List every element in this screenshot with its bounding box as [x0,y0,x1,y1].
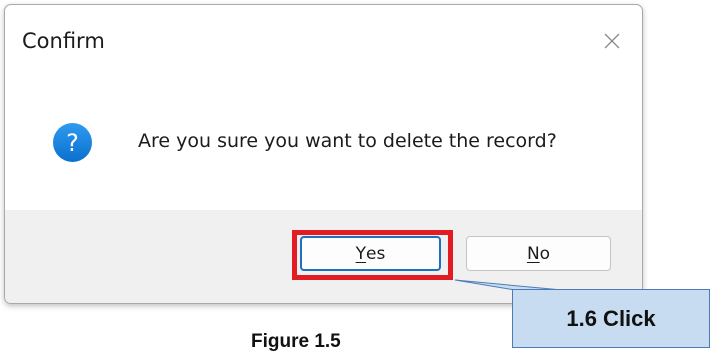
no-button[interactable]: No [466,236,611,271]
close-icon [604,33,620,49]
instruction-callout: 1.6 Click [512,289,710,348]
callout-text: 1.6 Click [566,305,656,331]
dialog-title: Confirm [22,29,105,53]
no-accelerator: N [526,243,540,264]
confirm-message: Are you sure you want to delete the reco… [138,130,557,152]
question-icon: ? [53,123,92,162]
dialog-body: ? Are you sure you want to delete the re… [5,69,642,210]
title-bar: Confirm [5,5,642,69]
no-label-rest: o [539,243,551,264]
close-button[interactable] [590,19,634,63]
svg-text:?: ? [66,129,79,157]
yes-highlight-box [292,230,453,280]
figure-caption: Figure 1.5 [251,331,341,352]
